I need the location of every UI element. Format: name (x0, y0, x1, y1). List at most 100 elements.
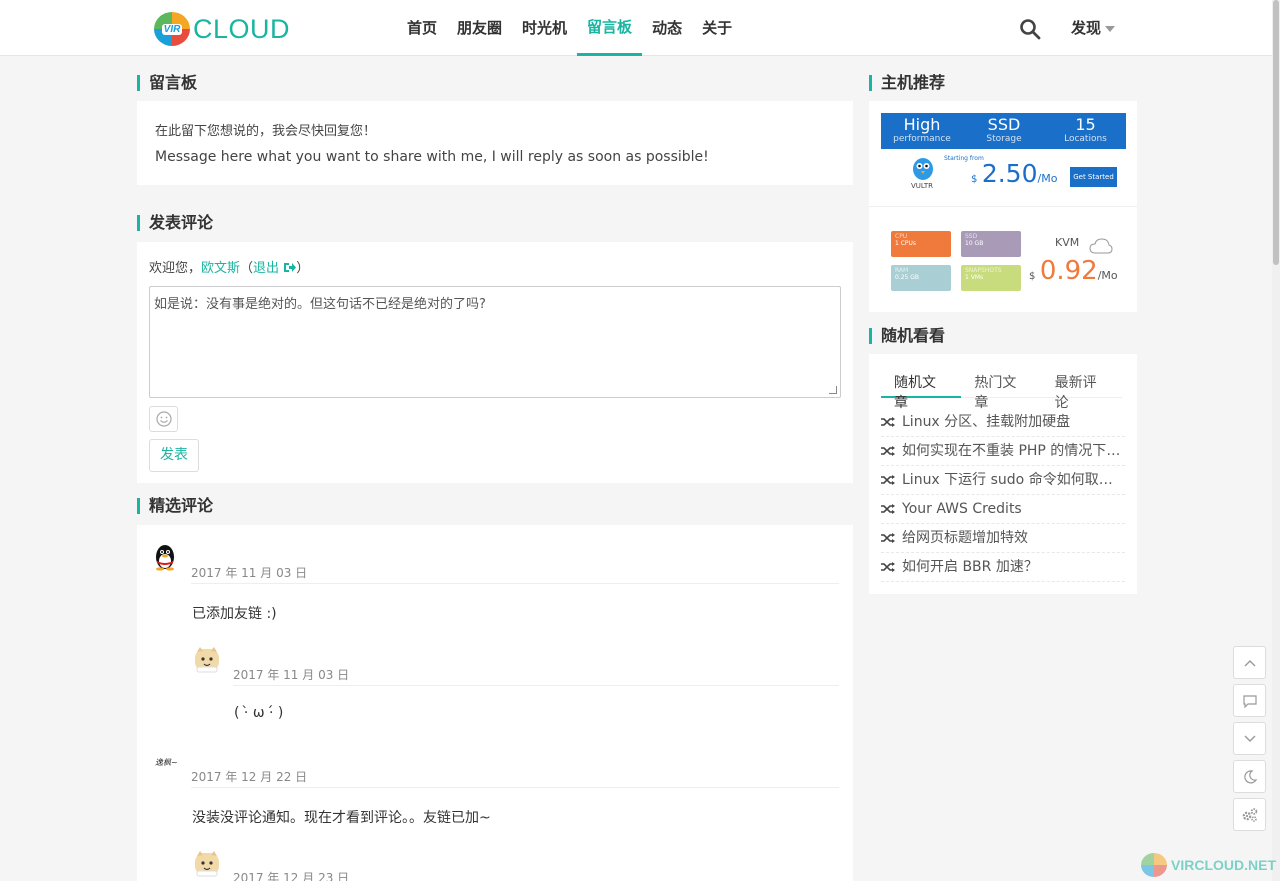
comment-bubble-icon (1242, 694, 1257, 708)
shuffle-icon (881, 417, 895, 427)
post-link[interactable]: 如何开启 BBR 加速？ (881, 553, 1125, 582)
post-link[interactable]: Your AWS Credits (881, 495, 1125, 524)
cloud-icon (1089, 238, 1113, 254)
ads-divider (869, 206, 1137, 207)
post-title: Linux 下运行 sudo 命令如何取消输入密码 (902, 472, 1125, 488)
settings-button[interactable] (1233, 798, 1266, 831)
logout-paren-open: （ (240, 261, 254, 276)
chevron-down-icon (1105, 25, 1116, 32)
watermark-logo (1141, 853, 1167, 877)
random-tabs: 随机文章 热门文章 最新评论 (881, 368, 1122, 411)
comment-form-title: 发表评论 (137, 215, 213, 231)
site-logo[interactable]: VIR CLOUD (154, 12, 290, 46)
ad-col-small: Locations (1064, 134, 1107, 144)
ad-box-vms: SNAPSHOTS 1 VMs (961, 265, 1021, 291)
logo-badge: VIR (161, 23, 183, 35)
ad-col-small: performance (893, 134, 951, 144)
vultr-ad-header: High performance SSD Storage 15 Location… (881, 113, 1126, 149)
ad-col-big: 15 (1075, 115, 1096, 134)
qq-penguin-avatar[interactable] (153, 543, 177, 571)
shuffle-icon (881, 446, 895, 456)
discover-label: 发现 (1071, 19, 1102, 37)
ad-box-tag: CPU (895, 233, 908, 240)
comment-divider (191, 583, 839, 584)
logout-link[interactable]: 退出 (253, 261, 279, 276)
guestbook-title: 留言板 (137, 75, 197, 91)
post-title: Your AWS Credits (902, 501, 1022, 517)
ad-col: 15 Locations (1045, 113, 1126, 149)
ad-col-big: High (903, 115, 941, 134)
guestbook-card: 在此留下您想说的，我会尽快回复您！ Message here what you … (137, 101, 853, 185)
gears-icon (1242, 807, 1257, 822)
post-link[interactable]: 给网页标题增加特效 (881, 524, 1125, 553)
ad-kvm-price: $ 0.92/Mo (1029, 256, 1118, 286)
moon-icon (1243, 769, 1257, 783)
nav-timemachine[interactable]: 时光机 (512, 0, 577, 56)
comment-textarea[interactable]: 如是说：没有事是绝对的。但这句话不已经是绝对的了吗? (149, 286, 841, 398)
scrollbar-thumb[interactable] (1273, 0, 1279, 265)
nav-about[interactable]: 关于 (692, 0, 742, 56)
post-title: 如何实现在不重装 PHP 的情况下安装扩展 (902, 443, 1125, 459)
ad-kvm-unit: /Mo (1097, 269, 1118, 282)
comment-date: 2017 年 11 月 03 日 (191, 566, 308, 580)
featured-title: 精选评论 (137, 498, 213, 514)
nav-guestbook[interactable]: 留言板 (577, 0, 643, 56)
logo-text: CLOUD (193, 13, 291, 44)
reply-text: ( ·̀ ω ·́ ) (234, 705, 284, 721)
ad-kvm-currency: $ (1029, 271, 1036, 282)
submit-comment-button[interactable]: 发表 (149, 439, 199, 472)
dark-mode-button[interactable] (1233, 760, 1266, 793)
search-icon[interactable] (1019, 18, 1041, 40)
logout-icon[interactable] (283, 262, 297, 273)
ad-price-unit: /Mo (1037, 172, 1058, 185)
scroll-bottom-button[interactable] (1233, 722, 1266, 755)
tab-hot-posts[interactable]: 热门文章 (961, 368, 1041, 411)
tab-random-posts[interactable]: 随机文章 (881, 368, 962, 411)
ad-box-value: 1 VMs (965, 274, 984, 281)
emoji-button[interactable] (149, 406, 178, 432)
ad-box-cpu: CPU 1 CPUs (891, 231, 951, 257)
post-link[interactable]: 如何实现在不重装 PHP 的情况下安装扩展 (881, 437, 1125, 466)
nav-moments[interactable]: 动态 (642, 0, 692, 56)
comment-date: 2017 年 12 月 22 日 (191, 770, 308, 784)
comment-text: 没装没评论通知。现在才看到评论。。友链已加~ (192, 810, 491, 826)
vultr-ad-banner[interactable]: High performance SSD Storage 15 Location… (881, 113, 1126, 201)
ad-col: High performance (881, 113, 963, 149)
comment-divider (191, 787, 839, 788)
scroll-top-button[interactable] (1233, 646, 1266, 679)
page-scrollbar[interactable] (1272, 0, 1280, 881)
logout-paren-close: ） (296, 261, 310, 276)
guestbook-intro-cn: 在此留下您想说的，我会尽快回复您！ (155, 124, 377, 139)
nav-home[interactable]: 首页 (397, 0, 447, 56)
chevron-up-icon (1244, 659, 1255, 666)
random-title: 随机看看 (869, 328, 945, 344)
ad-price: $ 2.50/Mo (971, 159, 1057, 188)
top-navbar: VIR CLOUD 首页 朋友圈 时光机 留言板 动态 关于 发现 (0, 0, 1280, 56)
ad-box-tag: RAM (895, 267, 909, 274)
ad-kvm-price-value: 0.92 (1039, 256, 1098, 286)
username-link[interactable]: 欧文斯 (201, 261, 240, 276)
ad-col-small: Storage (986, 134, 1022, 144)
tab-latest-comments[interactable]: 最新评论 (1042, 368, 1122, 411)
nav-friends[interactable]: 朋友圈 (447, 0, 512, 56)
post-link[interactable]: Linux 分区、挂载附加硬盘 (881, 408, 1125, 437)
post-link[interactable]: Linux 下运行 sudo 命令如何取消输入密码 (881, 466, 1125, 495)
cartoon-cat-avatar[interactable] (193, 646, 221, 674)
host-recommend-title: 主机推荐 (869, 75, 945, 91)
cartoon-cat-avatar[interactable] (193, 850, 221, 878)
get-started-button[interactable]: Get Started (1070, 167, 1117, 187)
shuffle-icon (881, 562, 895, 572)
comments-button[interactable] (1233, 684, 1266, 717)
welcome-text: 欢迎您， (149, 261, 202, 276)
smiley-icon (155, 411, 172, 427)
post-title: 如何开启 BBR 加速？ (902, 559, 1038, 575)
ad-box-value: 0.25 GB (895, 274, 920, 281)
ad-box-ssd: SSD 10 GB (961, 231, 1021, 257)
resize-grip-icon[interactable] (829, 386, 837, 394)
vultr-bird-icon (913, 158, 933, 180)
guestbook-intro-en: Message here what you want to share with… (155, 149, 709, 165)
chevron-down-icon (1244, 735, 1255, 742)
kvm-ad-banner[interactable]: CPU 1 CPUs SSD 10 GB RAM 0.25 GB SNAPSHOTS 1… (881, 223, 1128, 301)
discover-dropdown[interactable]: 发现 (1071, 0, 1116, 56)
handwriting-avatar[interactable]: 逸枫~ (155, 757, 178, 768)
